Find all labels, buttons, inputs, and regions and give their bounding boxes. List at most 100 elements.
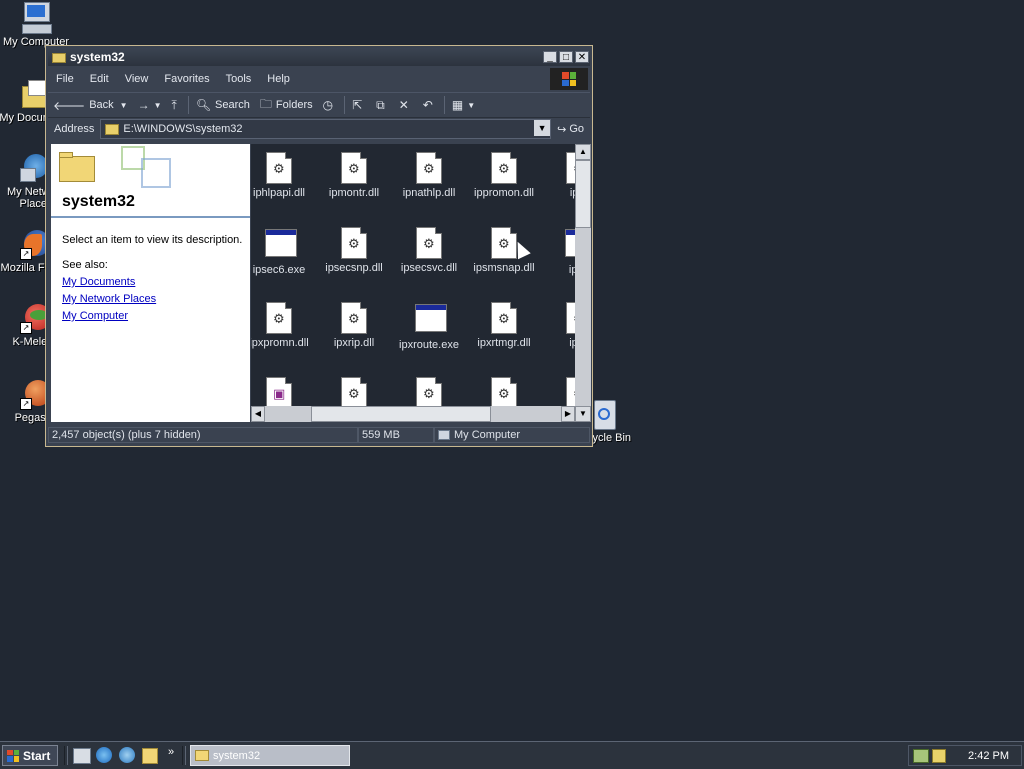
- taskbar-button-system32[interactable]: system32: [190, 745, 350, 766]
- my-computer-icon: [20, 2, 52, 34]
- title-bar[interactable]: system32 _ □ ✕: [48, 48, 590, 66]
- file-item[interactable]: ⚙ ipmontr.dll: [317, 152, 391, 199]
- history-button[interactable]: ◷: [318, 95, 342, 115]
- large-folder-icon: [59, 152, 95, 182]
- link-my-documents[interactable]: My Documents: [62, 276, 135, 288]
- back-button[interactable]: 🡐 Back ▼: [48, 95, 133, 115]
- taskbar-separator: [182, 746, 186, 765]
- windows-logo-icon: [7, 749, 19, 762]
- shortcut-arrow-icon: ↗: [20, 248, 32, 260]
- up-folder-button[interactable]: ⤒: [167, 95, 186, 115]
- file-name: iphlpapi.dll: [253, 187, 305, 199]
- scroll-right-arrow-icon[interactable]: ▶: [561, 406, 575, 422]
- show-desktop-icon[interactable]: [73, 746, 91, 764]
- move-to-button[interactable]: ⇱: [347, 95, 371, 115]
- minimize-button[interactable]: _: [543, 51, 557, 63]
- file-item[interactable]: ⚙ iphlpapi.dll: [251, 152, 316, 199]
- shortcut-arrow-icon: ↗: [20, 398, 32, 410]
- start-label: Start: [23, 748, 51, 763]
- undo-icon: ↶: [422, 98, 433, 112]
- see-also-label: See also:: [62, 259, 108, 271]
- toolbar-separator: [443, 96, 445, 114]
- file-name: ipsecsvc.dll: [400, 262, 458, 274]
- dll-file-icon: ⚙: [490, 377, 518, 409]
- outlook-express-icon[interactable]: [119, 746, 137, 764]
- exe-file-icon: [565, 229, 575, 261]
- back-arrow-icon: 🡐: [53, 98, 86, 113]
- volume-tray-icon[interactable]: [932, 748, 946, 763]
- scroll-left-arrow-icon[interactable]: ◀: [251, 406, 265, 422]
- address-dropdown-button[interactable]: ▼: [534, 120, 551, 136]
- dll-file-icon: ⚙: [265, 302, 293, 334]
- status-location: My Computer: [434, 427, 590, 443]
- copy-to-icon: ⧉: [376, 97, 385, 112]
- views-button[interactable]: ▦ ▼: [447, 95, 480, 115]
- system-tray: 2:42 PM: [908, 745, 1022, 766]
- folders-button[interactable]: 🗀 Folders: [255, 95, 318, 115]
- scroll-up-arrow-icon[interactable]: ▲: [575, 144, 591, 160]
- taskbar-button-label: system32: [213, 749, 261, 762]
- toolbar-separator: [187, 96, 189, 114]
- file-name: ipxs: [569, 337, 575, 349]
- file-item[interactable]: ipxroute.exe: [392, 302, 466, 351]
- vertical-scrollbar[interactable]: ▲ ▼: [575, 144, 591, 422]
- file-item[interactable]: ⚙ ippromon.dll: [467, 152, 541, 199]
- search-icon[interactable]: [142, 746, 160, 764]
- menu-favorites[interactable]: Favorites: [156, 73, 217, 85]
- file-name: ipxrip.dll: [333, 337, 375, 349]
- horizontal-scrollbar[interactable]: ◀ ▶: [251, 406, 575, 422]
- dll-file-icon: ⚙: [340, 377, 368, 409]
- forward-button[interactable]: → ▼: [133, 95, 167, 115]
- file-item[interactable]: ⚙ ipsecsnp.dll: [317, 227, 391, 274]
- file-item[interactable]: ⚙ ipxs: [542, 302, 575, 349]
- file-item[interactable]: ⚙ ipnathlp.dll: [392, 152, 466, 199]
- network-tray-icon[interactable]: [913, 748, 929, 763]
- horizontal-scroll-thumb[interactable]: [311, 406, 491, 422]
- history-icon: ◷: [322, 98, 334, 112]
- file-item[interactable]: ⚙ ipro: [542, 152, 575, 199]
- scroll-down-arrow-icon[interactable]: ▼: [575, 406, 591, 422]
- search-button[interactable]: 🔍︎ Search: [191, 95, 255, 115]
- go-arrow-icon: ↪: [557, 123, 567, 136]
- file-item[interactable]: ⚙ ipsmsnap.dll: [467, 227, 541, 274]
- vertical-scroll-thumb[interactable]: [575, 160, 591, 228]
- menu-file[interactable]: File: [48, 73, 82, 85]
- up-folder-icon: ⤒: [171, 97, 177, 112]
- toolbar: 🡐 Back ▼ → ▼ ⤒ 🔍︎ Search 🗀 Folders ◷ ⇱ ⧉…: [48, 92, 590, 118]
- address-input[interactable]: E:\WINDOWS\system32 ▼: [100, 119, 552, 139]
- undo-button[interactable]: ↶: [418, 95, 442, 115]
- file-item[interactable]: ⚙ ipxrip.dll: [317, 302, 391, 349]
- maximize-button[interactable]: □: [559, 51, 573, 63]
- desktop-icon-my-computer[interactable]: My Computer: [0, 2, 74, 48]
- exe-file-icon: [265, 229, 297, 261]
- quick-launch-chevron-icon[interactable]: »: [168, 746, 174, 758]
- dll-file-icon: ⚙: [265, 152, 293, 184]
- my-computer-icon: [438, 430, 450, 440]
- folder-icon: [52, 51, 66, 63]
- go-button[interactable]: ↪ Go: [551, 123, 590, 136]
- clock[interactable]: 2:42 PM: [968, 750, 1009, 762]
- folder-icon: [195, 750, 209, 761]
- menu-help[interactable]: Help: [259, 73, 298, 85]
- link-my-network-places[interactable]: My Network Places: [62, 293, 156, 305]
- dll-file-icon: ⚙: [565, 152, 575, 184]
- close-button[interactable]: ✕: [575, 51, 589, 63]
- link-my-computer[interactable]: My Computer: [62, 310, 128, 322]
- start-button[interactable]: Start: [2, 745, 58, 766]
- file-name: ipsecsnp.dll: [325, 262, 383, 274]
- delete-icon: ✕: [398, 98, 409, 112]
- details-title: system32: [62, 193, 135, 210]
- file-list: ⚙ iphlpapi.dll ⚙ ipmontr.dll ⚙ ipnathlp.…: [251, 144, 575, 422]
- file-item[interactable]: ipsec6.exe: [251, 227, 316, 276]
- menu-edit[interactable]: Edit: [82, 73, 117, 85]
- internet-explorer-icon[interactable]: [96, 746, 114, 764]
- menu-tools[interactable]: Tools: [218, 73, 260, 85]
- copy-to-button[interactable]: ⧉: [371, 95, 394, 115]
- views-icon: ▦: [451, 98, 464, 112]
- file-item[interactable]: ⚙ ipxrtmgr.dll: [467, 302, 541, 349]
- file-item[interactable]: ipv6: [542, 227, 575, 276]
- file-item[interactable]: ⚙ ipsecsvc.dll: [392, 227, 466, 274]
- menu-view[interactable]: View: [117, 73, 157, 85]
- delete-button[interactable]: ✕: [394, 95, 418, 115]
- file-item[interactable]: ⚙ ipxpromn.dll: [251, 302, 316, 349]
